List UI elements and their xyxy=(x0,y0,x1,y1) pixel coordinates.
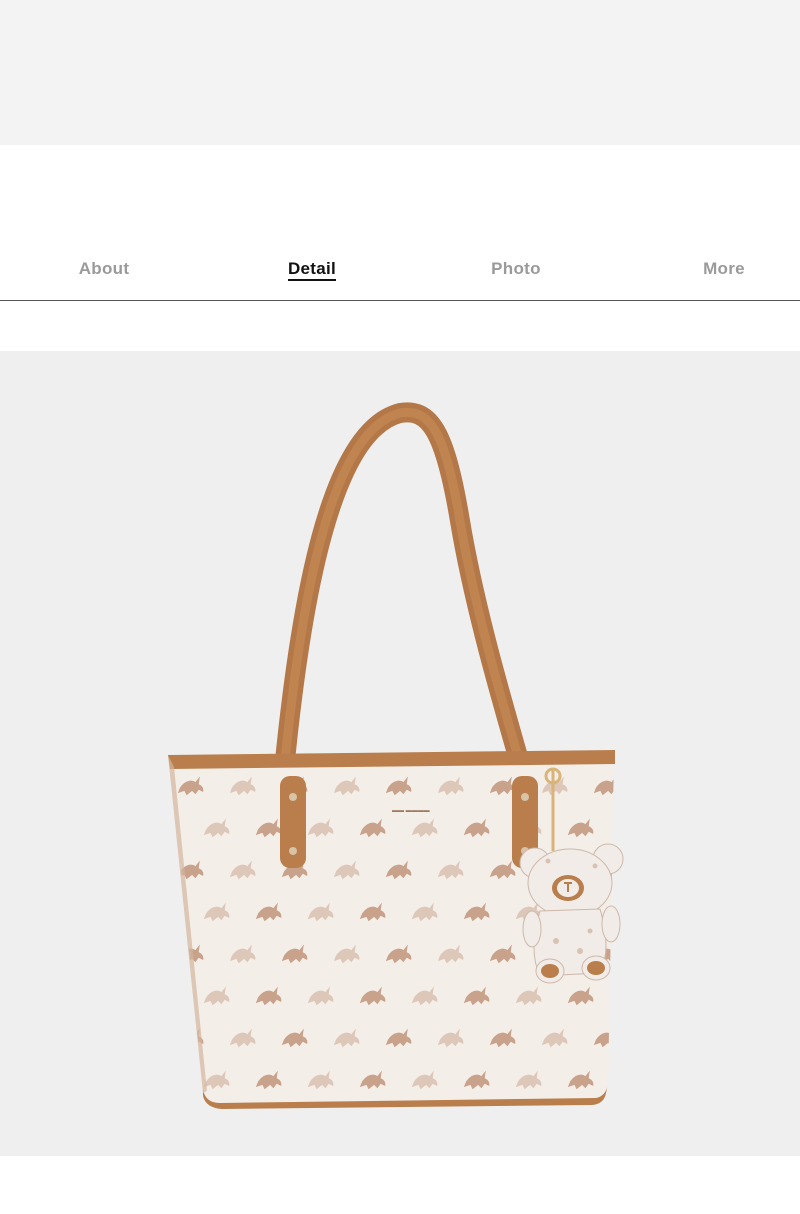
tab-more-label: More xyxy=(703,259,745,278)
tab-detail-label: Detail xyxy=(287,259,337,281)
print-motif xyxy=(620,903,646,922)
tab-photo-label: Photo xyxy=(491,259,541,278)
bottom-spacer xyxy=(0,1156,800,1214)
tab-more[interactable]: More xyxy=(624,259,800,279)
tab-photo[interactable]: Photo xyxy=(416,259,616,279)
tab-about[interactable]: About xyxy=(4,259,204,279)
bag-brand-mark: ▬▬ ▬▬▬▬ xyxy=(392,808,430,814)
product-photo: ▬▬ ▬▬▬▬ xyxy=(0,351,800,1156)
tab-detail[interactable]: Detail xyxy=(212,259,412,281)
bag-handles xyxy=(273,402,535,791)
tab-about-label: About xyxy=(78,259,130,278)
print-motif xyxy=(620,987,646,1006)
detail-tab-bar: About Detail Photo More xyxy=(0,245,800,301)
print-motif xyxy=(620,819,646,838)
tote-bag-illustration: ▬▬ ▬▬▬▬ xyxy=(168,402,646,1109)
top-banner-area xyxy=(0,0,800,145)
print-motif xyxy=(620,1071,646,1090)
